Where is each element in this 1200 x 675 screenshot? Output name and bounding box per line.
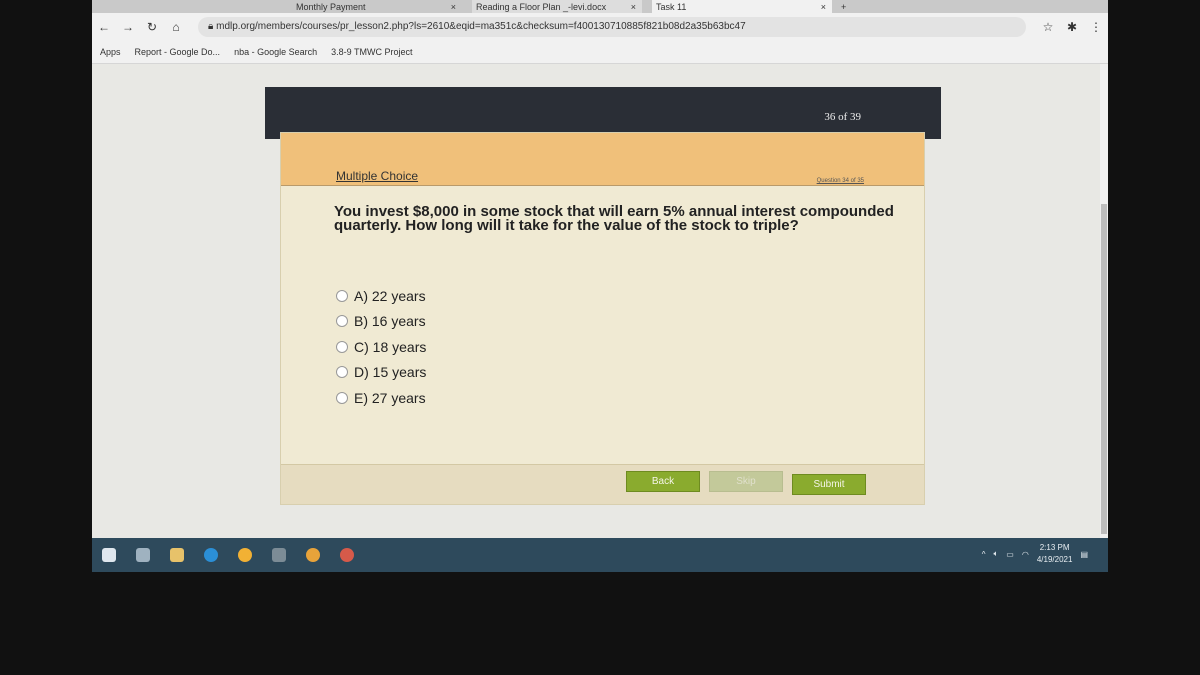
battery-icon[interactable]: ▭ <box>1006 550 1014 559</box>
bookmark-report[interactable]: Report - Google Do... <box>135 47 221 57</box>
tab-task-11[interactable]: Task 11 × <box>652 0 832 13</box>
extension-icon[interactable]: ✱ <box>1060 20 1084 34</box>
option-b[interactable]: B) 16 years <box>336 309 426 335</box>
calculator-icon[interactable] <box>272 548 286 562</box>
tab-strip: Monthly Payment × Reading a Floor Plan _-… <box>92 0 1108 13</box>
option-e[interactable]: E) 27 years <box>336 385 426 411</box>
answer-options: A) 22 years B) 16 years C) 18 years D) 1… <box>336 283 426 411</box>
system-tray: ^ 🔈︎ ▭ ◠ 2:13 PM 4/19/2021 ▤ <box>982 542 1088 566</box>
submit-button[interactable]: Submit <box>792 474 866 495</box>
address-bar-row: ← → ↻ ⌂ 🔒︎ mdlp.org/members/courses/pr_l… <box>92 13 1108 40</box>
option-label: B) 16 years <box>354 313 426 330</box>
windows-start-icon[interactable] <box>102 548 116 562</box>
bookmarks-bar: Apps Report - Google Do... nba - Google … <box>92 40 1108 64</box>
chevron-up-icon[interactable]: ^ <box>982 550 986 559</box>
url-text: mdlp.org/members/courses/pr_lesson2.php?… <box>216 21 746 32</box>
radio-button[interactable] <box>336 289 348 302</box>
progress-text: 36 of 39 <box>824 111 861 123</box>
lock-icon: 🔒︎ <box>208 21 217 32</box>
bookmark-tmwc[interactable]: 3.8-9 TMWC Project <box>331 47 412 57</box>
new-tab-button[interactable]: + <box>837 0 846 13</box>
edge-icon[interactable] <box>204 548 218 562</box>
option-d[interactable]: D) 15 years <box>336 360 426 386</box>
close-icon[interactable]: × <box>821 2 832 12</box>
option-label: C) 18 years <box>354 338 427 355</box>
scrollbar[interactable] <box>1100 64 1108 538</box>
star-icon[interactable]: ☆ <box>1036 20 1060 34</box>
close-icon[interactable]: × <box>451 2 462 12</box>
bookmark-apps[interactable]: Apps <box>100 47 121 57</box>
volume-icon[interactable]: 🔈︎ <box>993 549 998 559</box>
time: 2:13 PM <box>1039 543 1070 552</box>
taskbar: ^ 🔈︎ ▭ ◠ 2:13 PM 4/19/2021 ▤ <box>92 538 1108 572</box>
scrollbar-thumb[interactable] <box>1101 204 1107 534</box>
back-icon[interactable]: ← <box>92 20 116 34</box>
back-button[interactable]: Back <box>626 471 700 492</box>
clock[interactable]: 2:13 PM 4/19/2021 <box>1037 542 1073 566</box>
page-content: 36 of 39 Multiple Choice Question 34 of … <box>92 64 1100 538</box>
option-label: D) 15 years <box>354 364 427 381</box>
radio-button[interactable] <box>336 315 348 328</box>
forward-icon[interactable]: → <box>116 20 140 34</box>
tab-label: Task 11 <box>656 1 687 12</box>
question-text: You invest $8,000 in some stock that wil… <box>334 203 894 234</box>
question-card: Multiple Choice Question 34 of 35 You in… <box>280 132 925 505</box>
app-icon[interactable] <box>340 548 354 562</box>
tab-label: Monthly Payment <box>296 1 366 12</box>
radio-button[interactable] <box>336 391 348 404</box>
tab-monthly-payment[interactable]: Monthly Payment × <box>292 0 462 13</box>
home-icon[interactable]: ⌂ <box>164 20 188 34</box>
question-header: Multiple Choice Question 34 of 35 <box>281 133 924 186</box>
option-label: E) 27 years <box>354 389 426 406</box>
radio-button[interactable] <box>336 340 348 353</box>
chrome-icon[interactable] <box>238 548 252 562</box>
option-c[interactable]: C) 18 years <box>336 334 426 360</box>
radio-button[interactable] <box>336 366 348 379</box>
tab-label: Reading a Floor Plan _-levi.docx <box>476 1 607 12</box>
menu-icon[interactable]: ⋮ <box>1084 20 1108 34</box>
reload-icon[interactable]: ↻ <box>140 20 164 34</box>
notifications-icon[interactable]: ▤ <box>1080 550 1088 559</box>
option-a[interactable]: A) 22 years <box>336 283 426 309</box>
bookmark-nba[interactable]: nba - Google Search <box>234 47 317 57</box>
skip-button[interactable]: Skip <box>709 471 783 492</box>
question-footer: Back Skip Submit <box>281 464 924 504</box>
option-label: A) 22 years <box>354 287 426 304</box>
network-icon[interactable]: ◠ <box>1022 550 1029 559</box>
file-explorer-icon[interactable] <box>170 548 184 562</box>
question-type: Multiple Choice <box>336 169 419 183</box>
url-input[interactable]: 🔒︎ mdlp.org/members/courses/pr_lesson2.p… <box>198 16 1026 37</box>
close-icon[interactable]: × <box>631 2 642 12</box>
app-icon[interactable] <box>306 548 320 562</box>
date: 4/19/2021 <box>1036 555 1073 564</box>
task-view-icon[interactable] <box>136 548 150 562</box>
tab-reading-floor-plan[interactable]: Reading a Floor Plan _-levi.docx × <box>472 0 642 13</box>
question-number: Question 34 of 35 <box>816 178 864 184</box>
screen: Monthly Payment × Reading a Floor Plan _-… <box>92 0 1108 572</box>
